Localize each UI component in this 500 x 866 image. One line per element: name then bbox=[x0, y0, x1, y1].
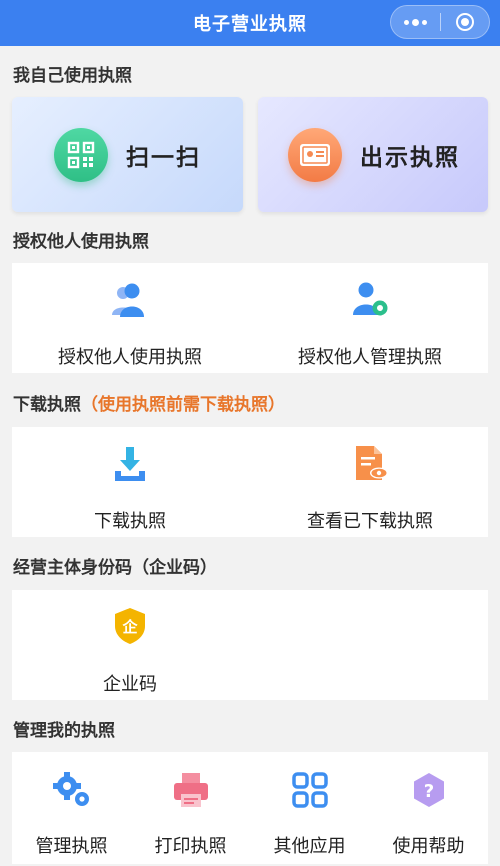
document-eye-icon bbox=[350, 439, 390, 483]
shield-glyph: 企 bbox=[121, 618, 138, 636]
users-icon bbox=[110, 275, 150, 319]
manage-license-button[interactable]: 管理执照 bbox=[12, 752, 131, 858]
qr-scan-icon bbox=[54, 127, 108, 182]
print-license-label: 打印执照 bbox=[154, 836, 227, 857]
mini-program-capsule bbox=[390, 5, 490, 39]
shield-qi-icon: 企 bbox=[113, 602, 147, 646]
show-license-label: 出示执照 bbox=[360, 144, 460, 171]
section-title-manage: 管理我的执照 bbox=[13, 721, 115, 741]
authorize-card: 授权他人使用执照 授权他人管理执照 bbox=[12, 263, 488, 373]
printer-icon bbox=[171, 766, 211, 810]
enterprise-code-button[interactable]: 企 企业码 bbox=[40, 590, 220, 696]
authorize-manage-label: 授权他人管理执照 bbox=[298, 347, 442, 368]
entity-card: 企 企业码 bbox=[12, 590, 488, 700]
section-title-authorize: 授权他人使用执照 bbox=[13, 232, 149, 252]
view-downloaded-label: 查看已下载执照 bbox=[307, 511, 433, 532]
section-title-self: 我自己使用执照 bbox=[13, 66, 132, 86]
download-license-button[interactable]: 下载执照 bbox=[40, 427, 220, 533]
more-dots-icon bbox=[403, 18, 427, 26]
target-circle-icon bbox=[455, 13, 474, 31]
authorize-use-label: 授权他人使用执照 bbox=[58, 347, 202, 368]
gears-icon bbox=[51, 766, 93, 810]
download-card: 下载执照 查看已下载执照 bbox=[12, 427, 488, 537]
close-button[interactable] bbox=[441, 6, 490, 38]
scan-button[interactable]: 扫一扫 bbox=[12, 97, 243, 212]
section-title-entity: 经营主体身份码（企业码） bbox=[13, 558, 217, 578]
user-gear-icon bbox=[350, 275, 390, 319]
section-title-download: 下载执照（使用执照前需下载执照） bbox=[13, 390, 285, 415]
other-apps-label: 其他应用 bbox=[273, 836, 346, 857]
scan-label: 扫一扫 bbox=[126, 144, 201, 171]
help-label: 使用帮助 bbox=[392, 836, 465, 857]
authorize-manage-button[interactable]: 授权他人管理执照 bbox=[280, 263, 460, 369]
manage-card: 管理执照 打印执照 其他应用 ? 使用帮助 bbox=[12, 752, 488, 864]
download-section-heading: 下载执照 bbox=[13, 395, 81, 415]
other-apps-button[interactable]: 其他应用 bbox=[250, 752, 369, 858]
show-license-button[interactable]: 出示执照 bbox=[258, 97, 488, 212]
enterprise-code-label: 企业码 bbox=[103, 674, 157, 695]
page-title: 电子营业执照 bbox=[193, 14, 307, 35]
view-downloaded-button[interactable]: 查看已下载执照 bbox=[280, 427, 460, 533]
help-button[interactable]: ? 使用帮助 bbox=[369, 752, 488, 858]
help-glyph: ? bbox=[423, 781, 433, 802]
authorize-use-button[interactable]: 授权他人使用执照 bbox=[40, 263, 220, 369]
help-question-icon: ? bbox=[409, 766, 449, 810]
download-note: （使用执照前需下载执照） bbox=[81, 395, 285, 415]
apps-grid-icon bbox=[290, 766, 330, 810]
download-tray-icon bbox=[113, 439, 147, 483]
manage-license-label: 管理执照 bbox=[35, 836, 108, 857]
nav-bar: 电子营业执照 bbox=[0, 0, 500, 46]
more-button[interactable] bbox=[391, 6, 440, 38]
print-license-button[interactable]: 打印执照 bbox=[131, 752, 250, 858]
download-license-label: 下载执照 bbox=[94, 511, 166, 532]
license-card-icon bbox=[288, 127, 342, 182]
